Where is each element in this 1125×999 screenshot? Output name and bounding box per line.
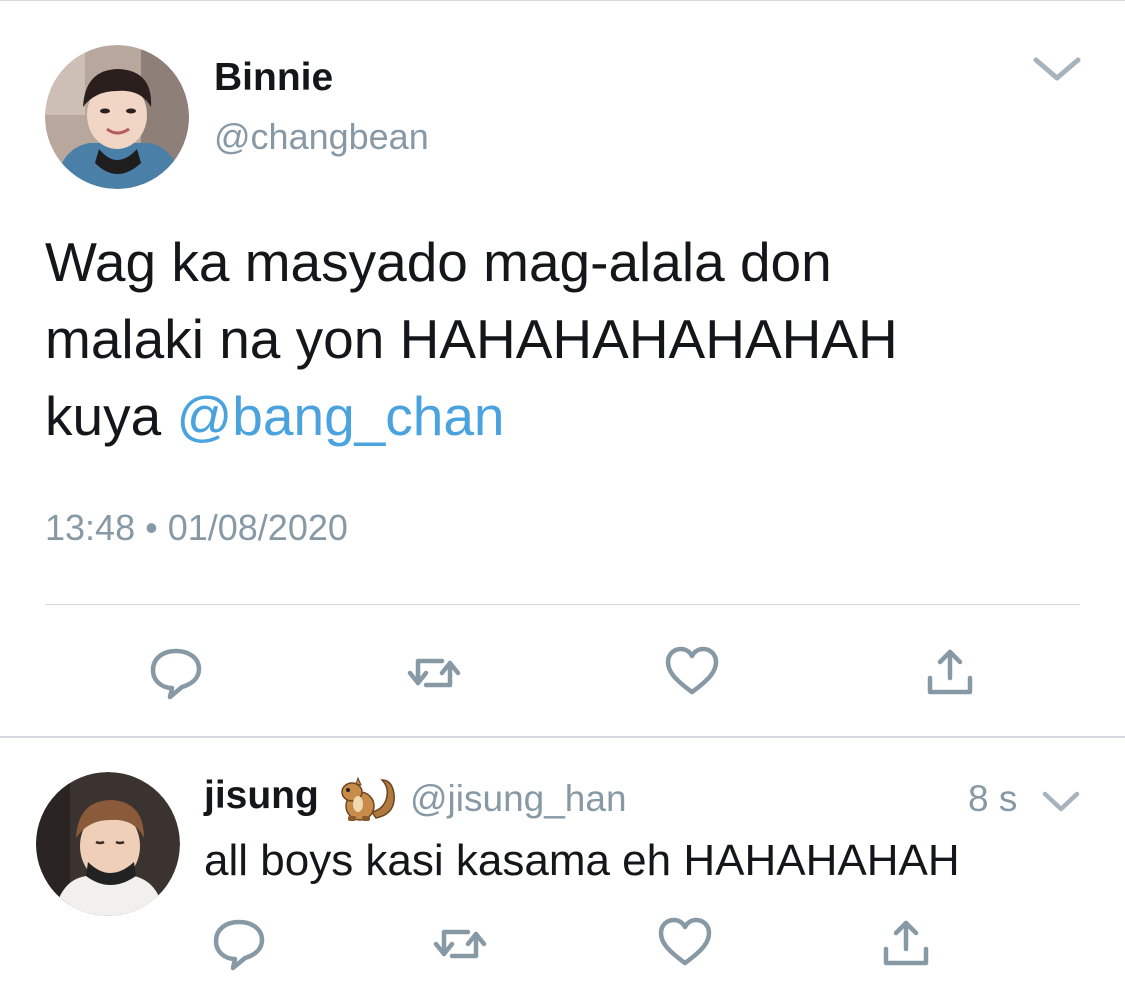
meta-separator: • [145, 507, 158, 548]
tweet-date: 01/08/2020 [167, 507, 348, 548]
chipmunk-emoji-icon [336, 774, 398, 826]
actions-divider [45, 604, 1080, 605]
author-handle[interactable]: @changbean [214, 116, 429, 158]
author-avatar[interactable] [45, 45, 189, 189]
tweet-timestamp: 13:48 • 01/08/2020 [45, 507, 348, 549]
reply-handle[interactable]: @jisung_han [410, 778, 627, 820]
chevron-down-icon[interactable] [1040, 788, 1082, 816]
reply-text: all boys kasi kasama eh HAHAHAHAH [204, 836, 960, 885]
like-icon[interactable] [662, 644, 722, 700]
tweet-time: 13:48 [45, 507, 136, 548]
retweet-icon[interactable] [404, 645, 464, 701]
chevron-down-icon[interactable] [1030, 52, 1084, 86]
tweet-text-prefix: kuya [45, 385, 177, 447]
tweet-text-line: malaki na yon HAHAHAHAHAHAH [45, 308, 898, 370]
reply-author-avatar[interactable] [36, 772, 180, 916]
tweet-text-line: kuya @bang_chan [45, 378, 1085, 455]
tweet-separator [0, 736, 1125, 738]
top-divider [0, 0, 1125, 1]
author-display-name[interactable]: Binnie [214, 56, 333, 100]
tweet-text: Wag ka masyado mag-alala don malaki na y… [45, 224, 1085, 455]
like-icon[interactable] [655, 915, 715, 971]
reply-icon[interactable] [209, 916, 269, 972]
reply-icon[interactable] [146, 645, 206, 701]
share-icon[interactable] [920, 644, 980, 700]
tweet-text-line: Wag ka masyado mag-alala don [45, 231, 832, 293]
reply-display-name[interactable]: jisung [204, 774, 319, 818]
share-icon[interactable] [876, 915, 936, 971]
reply-timestamp: 8 s [968, 778, 1018, 819]
retweet-icon[interactable] [430, 916, 490, 972]
mention-link[interactable]: @bang_chan [176, 385, 504, 447]
